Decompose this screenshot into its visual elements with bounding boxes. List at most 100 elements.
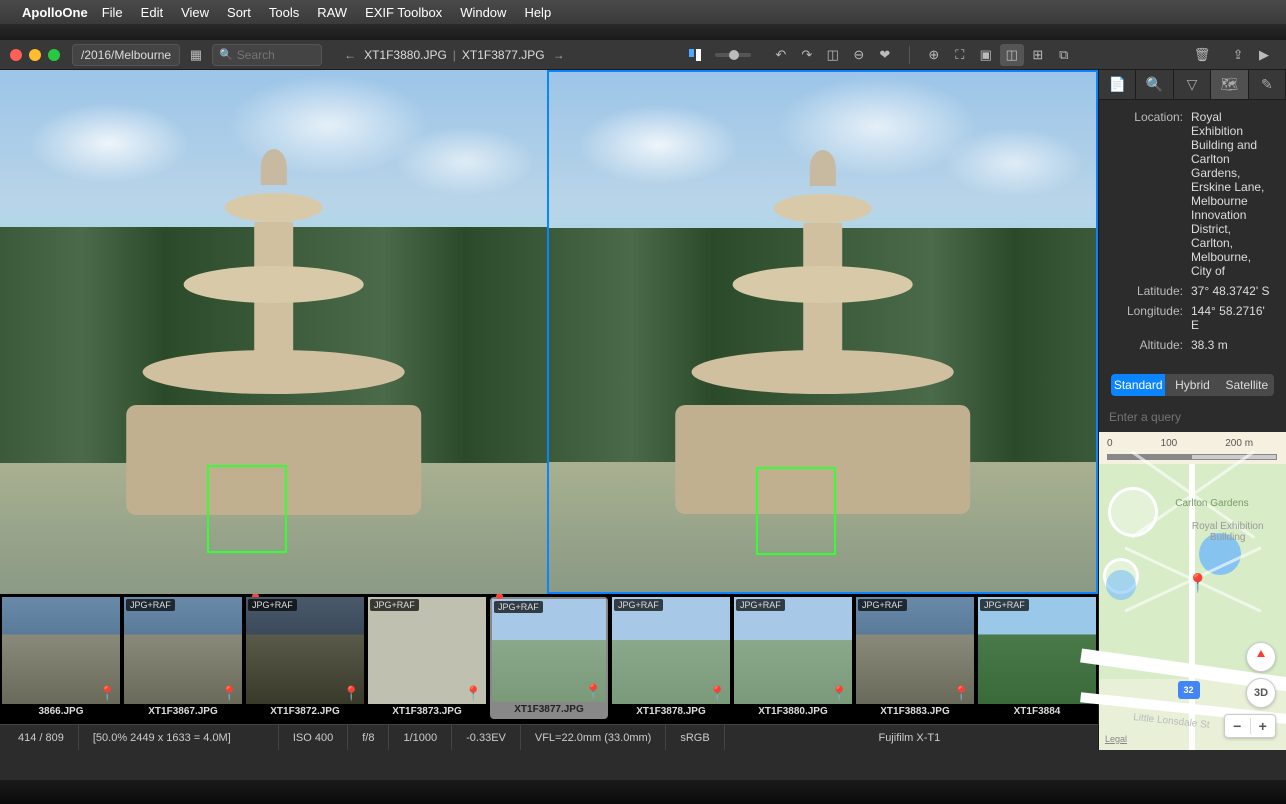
actual-size-icon[interactable]: ▣ (974, 44, 998, 66)
thumbnail-image: JPG+RAF📍 (612, 597, 730, 704)
thumbnail-filename: XT1F3872.JPG (246, 704, 364, 719)
menu-raw[interactable]: RAW (317, 5, 347, 20)
map-type-hybrid[interactable]: Hybrid (1165, 374, 1219, 396)
close-button[interactable] (10, 49, 22, 61)
app-window: /2016/Melbourne ▦ 🔍 ← XT1F3880.JPG | XT1… (0, 40, 1286, 780)
menu-file[interactable]: File (102, 5, 123, 20)
desktop-background-bottom (0, 780, 1286, 804)
menu-edit[interactable]: Edit (141, 5, 163, 20)
3d-button[interactable]: 3D (1246, 678, 1276, 708)
map-legal-link[interactable]: Legal (1105, 734, 1127, 744)
search-input[interactable] (237, 48, 317, 62)
compare-icon[interactable]: ◫ (1000, 44, 1024, 66)
menu-exif-toolbox[interactable]: EXIF Toolbox (365, 5, 442, 20)
rotate-right-icon[interactable]: ↷ (795, 44, 819, 66)
geo-pin-icon: 📍 (343, 685, 360, 702)
menu-view[interactable]: View (181, 5, 209, 20)
longitude-label: Longitude: (1111, 304, 1183, 332)
latitude-label: Latitude: (1111, 284, 1183, 298)
thumbnail-filename: XT1F3884 (978, 704, 1096, 719)
zoom-out-icon[interactable]: ⊖ (847, 44, 871, 66)
thumbnail-filename: XT1F3883.JPG (856, 704, 974, 719)
thumbnail[interactable]: JPG+RAF 📍 XT1F3873.JPG (368, 597, 486, 719)
format-badge: JPG+RAF (370, 599, 419, 611)
compare-pane-right[interactable] (547, 70, 1098, 594)
prev-file-button[interactable]: ← (344, 48, 356, 62)
format-badge: JPG+RAF (614, 599, 663, 611)
filmstrip[interactable]: 📍3866.JPGJPG+RAF📍XT1F3867.JPGJPG+RAF📍XT1… (0, 594, 1098, 724)
map-label-street: Little Lonsdale St (1132, 712, 1209, 731)
status-ev: -0.33EV (452, 725, 521, 750)
fullscreen-button[interactable] (48, 49, 60, 61)
search-icon: 🔍 (219, 48, 233, 61)
map-type-satellite[interactable]: Satellite (1220, 374, 1274, 396)
thumbnail[interactable]: JPG+RAF📍XT1F3878.JPG (612, 597, 730, 719)
align-top-icon[interactable] (683, 44, 707, 66)
thumbnail[interactable]: JPG+RAF📍XT1F3872.JPG (246, 597, 364, 719)
tab-edit[interactable]: ✎ (1249, 70, 1286, 99)
zoom-slider[interactable] (715, 53, 751, 57)
map-type-standard[interactable]: Standard (1111, 374, 1165, 396)
add-to-compare-icon[interactable]: ⊞ (1026, 44, 1050, 66)
info-sidebar: 📄 🔍 ▽ 🗺 ✎ Location: Royal Exhibition Bui… (1098, 70, 1286, 750)
status-aperture: f/8 (348, 725, 389, 750)
slideshow-icon[interactable]: ▶ (1252, 44, 1276, 66)
thumbnail-image: 📍 (2, 597, 120, 704)
map-search-input[interactable] (1101, 406, 1286, 428)
altitude-label: Altitude: (1111, 338, 1183, 352)
survey-icon[interactable]: ⧉ (1052, 44, 1076, 66)
desktop-background (0, 24, 1286, 40)
share-icon[interactable]: ⇪ (1226, 44, 1250, 66)
location-label: Location: (1111, 110, 1183, 278)
thumbnail[interactable]: 📍3866.JPG (2, 597, 120, 719)
menu-help[interactable]: Help (524, 5, 551, 20)
status-iso: ISO 400 (279, 725, 348, 750)
geo-pin-icon: 📍 (831, 685, 848, 702)
thumbnail-filename: XT1F3878.JPG (612, 704, 730, 719)
format-badge: JPG+RAF (126, 599, 175, 611)
tab-filter[interactable]: ▽ (1174, 70, 1211, 99)
zoom-out-button[interactable]: − (1225, 718, 1251, 734)
map-pin-icon[interactable]: 📍 (1187, 573, 1209, 594)
search-field[interactable]: 🔍 (212, 44, 322, 66)
compass-button[interactable] (1246, 642, 1276, 672)
trash-icon[interactable]: 🗑 (1190, 44, 1214, 66)
map-view[interactable]: 0 100 200 m Carlton Gardens Royal Exhibi… (1099, 432, 1286, 750)
menu-sort[interactable]: Sort (227, 5, 251, 20)
loupe-icon[interactable]: ⊕ (922, 44, 946, 66)
window-controls (10, 49, 60, 61)
grid-view-icon[interactable]: ▦ (184, 44, 208, 66)
thumbnail[interactable]: JPG+RAF XT1F3884 (978, 597, 1096, 719)
right-filename: XT1F3877.JPG (462, 48, 545, 62)
zoom-in-button[interactable]: + (1251, 718, 1276, 734)
app-name[interactable]: ApolloOne (22, 5, 88, 20)
format-badge: JPG+RAF (980, 599, 1029, 611)
toolbar: /2016/Melbourne ▦ 🔍 ← XT1F3880.JPG | XT1… (0, 40, 1286, 70)
thumbnail-filename: XT1F3873.JPG (368, 704, 486, 719)
thumbnail-filename: XT1F3880.JPG (734, 704, 852, 719)
menu-window[interactable]: Window (460, 5, 506, 20)
tag-icon[interactable]: ❤ (873, 44, 897, 66)
geo-pin-icon: 📍 (953, 685, 970, 702)
status-count: 414 / 809 (4, 725, 79, 750)
geo-pin-icon: 📍 (465, 685, 482, 702)
left-filename: XT1F3880.JPG (364, 48, 447, 62)
fit-icon[interactable]: ⛶ (948, 44, 972, 66)
rotate-left-icon[interactable]: ↶ (769, 44, 793, 66)
thumbnail[interactable]: JPG+RAF📍XT1F3880.JPG (734, 597, 852, 719)
crop-icon[interactable]: ◫ (821, 44, 845, 66)
tab-inspect[interactable]: 🔍 (1136, 70, 1173, 99)
thumbnail-filename: XT1F3867.JPG (124, 704, 242, 719)
tab-info[interactable]: 📄 (1099, 70, 1136, 99)
thumbnail-image: JPG+RAF📍 (246, 597, 364, 704)
thumbnail[interactable]: JPG+RAF📍XT1F3883.JPG (856, 597, 974, 719)
thumbnail[interactable]: JPG+RAF📍XT1F3867.JPG (124, 597, 242, 719)
minimize-button[interactable] (29, 49, 41, 61)
compare-pane-left[interactable] (0, 70, 547, 594)
menu-tools[interactable]: Tools (269, 5, 299, 20)
thumbnail[interactable]: JPG+RAF📍XT1F3877.JPG (490, 597, 608, 719)
next-file-button[interactable]: → (553, 48, 565, 62)
folder-path[interactable]: /2016/Melbourne (72, 44, 180, 66)
tab-map[interactable]: 🗺 (1211, 70, 1248, 99)
location-value: Royal Exhibition Building and Carlton Ga… (1191, 110, 1274, 278)
